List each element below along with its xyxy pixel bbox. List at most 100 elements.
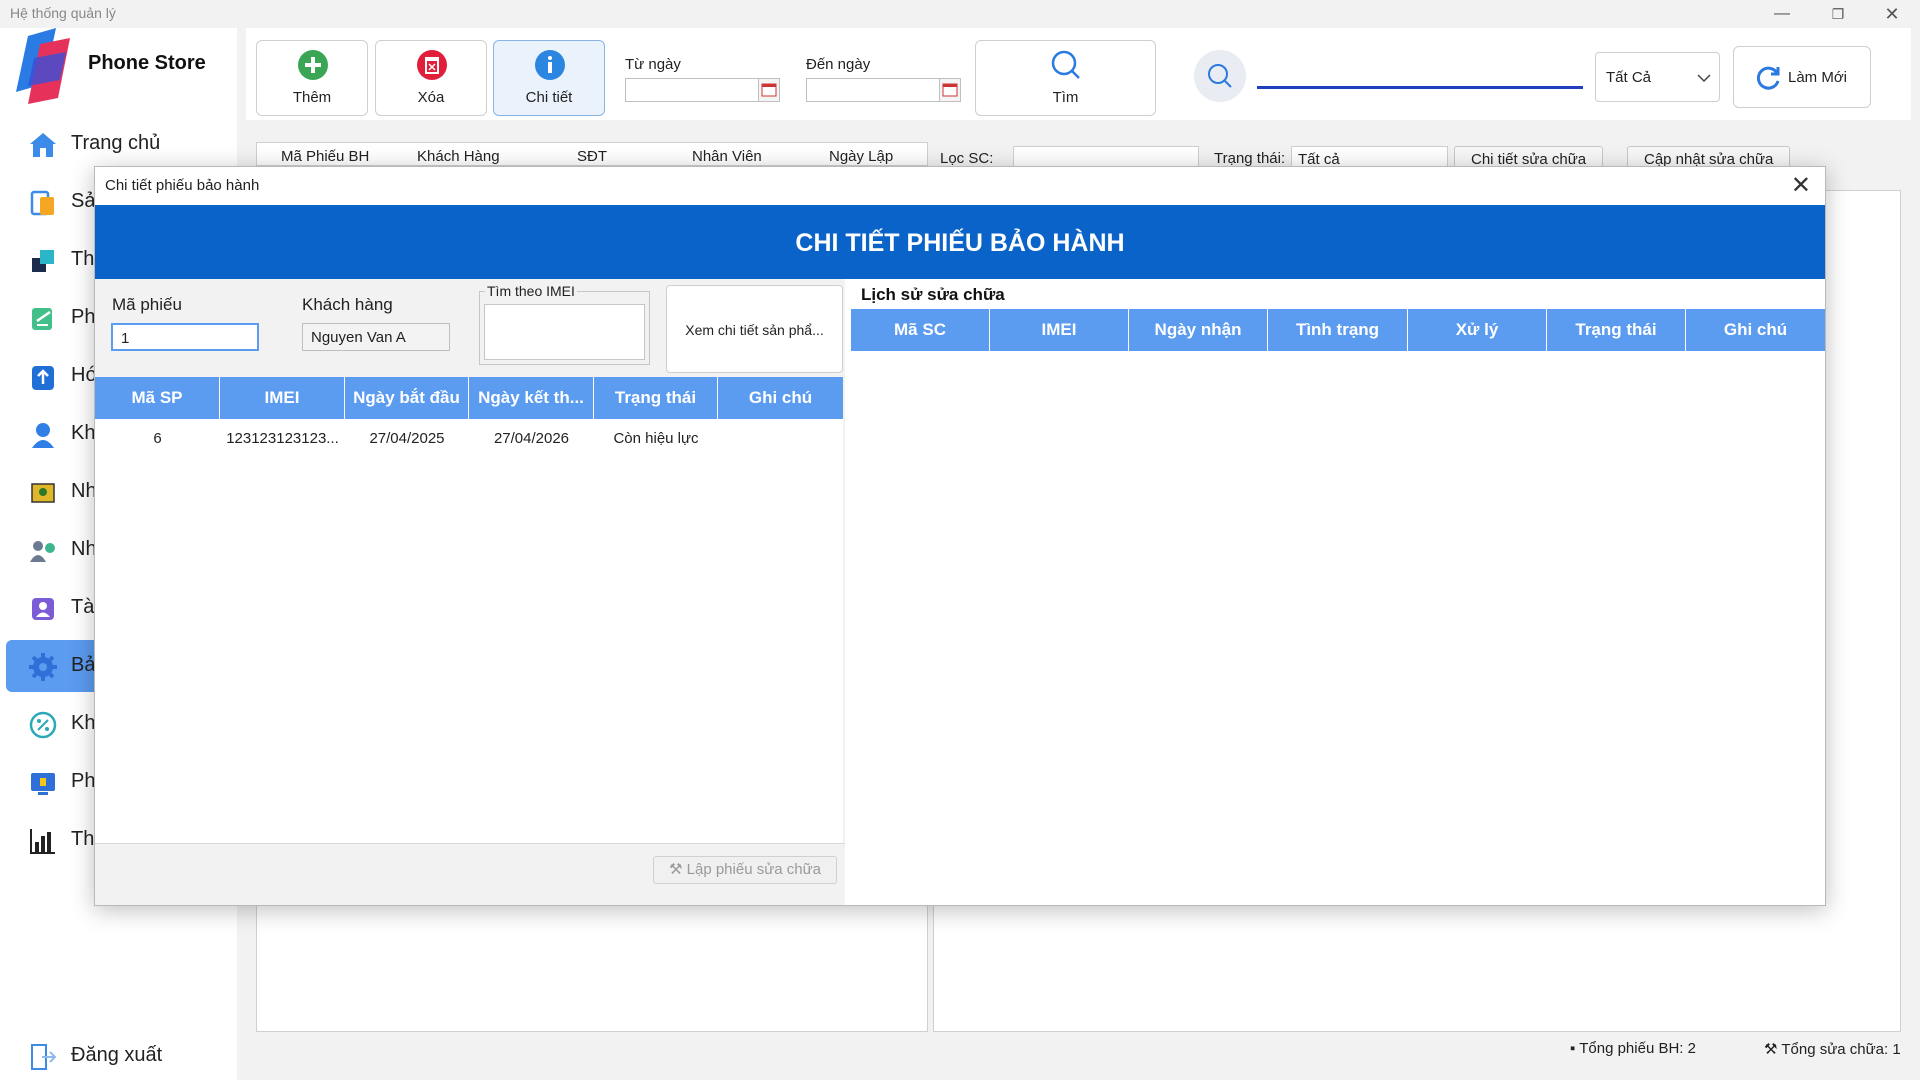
ticket-id-value: 1 (121, 330, 130, 347)
column-header[interactable]: Mã SC (851, 309, 990, 351)
refresh-button-label: Làm Mới (1788, 69, 1848, 86)
cell-start-date: 27/04/2025 (369, 430, 445, 447)
total-repair-text: Tổng sửa chữa: 1 (1781, 1041, 1901, 1058)
create-repair-button[interactable]: ⚒ Lập phiếu sửa chữa (653, 856, 837, 884)
to-date-label: Đến ngày (806, 56, 871, 73)
delete-button-label: Xóa (417, 89, 445, 106)
cell-note (718, 419, 843, 459)
gear-icon (29, 653, 57, 681)
sidebar-item-label: Trang chủ (71, 132, 161, 154)
brand-name: Phone Store (88, 52, 206, 74)
detail-button[interactable]: Chi tiết (493, 40, 605, 116)
sidebar-item-label: Th (71, 248, 95, 270)
column-header[interactable]: Ghi chú (718, 377, 843, 419)
add-button[interactable]: Thêm (256, 40, 368, 116)
column-header[interactable]: Ngày kết th... (469, 377, 594, 419)
to-date-input[interactable] (806, 78, 940, 102)
chart-icon (30, 829, 55, 854)
column-header[interactable]: Xử lý (1408, 309, 1547, 351)
imei-search-input[interactable] (484, 304, 645, 360)
column-header: Mã Phiếu BH (281, 148, 370, 165)
logout-button[interactable]: Đăng xuất (6, 1030, 237, 1080)
sidebar-item-label: Hó (71, 364, 97, 386)
find-button-label: Tìm (1052, 89, 1079, 106)
column-header[interactable]: Trạng thái (594, 377, 718, 419)
imei-search-label: Tìm theo IMEI (485, 283, 577, 299)
customer-icon (32, 423, 54, 448)
column-header[interactable]: Tình trạng (1268, 309, 1408, 351)
repair-history-pane: Lịch sử sửa chữa Mã SC IMEI Ngày nhận Tì… (851, 279, 1825, 905)
search-input[interactable] (1257, 86, 1583, 89)
dialog-close-button[interactable]: ✕ (1791, 171, 1811, 200)
calendar-icon (942, 83, 958, 97)
status-filter-value: Tất Cả (1606, 69, 1652, 86)
sidebar-item-label: Kh (71, 712, 96, 734)
column-header: Khách Hàng (417, 148, 500, 165)
sidebar-item-label: Kh (71, 422, 96, 444)
sidebar-item-label: Tà (71, 596, 95, 618)
invoice-icon (32, 366, 54, 390)
search-icon-button[interactable] (1194, 50, 1246, 102)
dialog-heading: CHI TIẾT PHIẾU BẢO HÀNH (795, 229, 1125, 257)
total-warranty-count: ▪ Tổng phiếu BH: 2 (1570, 1040, 1696, 1057)
cell-product-id: 6 (153, 430, 162, 447)
create-repair-label: Lập phiếu sửa chữa (686, 861, 821, 878)
column-header[interactable]: Ngày nhận (1129, 309, 1268, 351)
product-table-body: 6 123123123123... 27/04/2025 27/04/2026 … (95, 419, 843, 843)
ticket-id-field[interactable]: 1 (111, 323, 259, 351)
account-icon (32, 598, 54, 620)
calendar-icon (761, 83, 777, 97)
sidebar-item-label: Ph (71, 306, 96, 328)
restore-button[interactable]: ❐ (1818, 2, 1858, 26)
logout-label: Đăng xuất (71, 1044, 163, 1066)
supplier-icon (31, 483, 55, 503)
from-date-picker-button[interactable] (758, 78, 780, 102)
column-header[interactable]: Trạng thái (1547, 309, 1686, 351)
warranty-info-pane: Mã phiếu 1 Khách hàng Nguyen Van A Tìm t… (95, 279, 845, 905)
repair-history-header: Mã SC IMEI Ngày nhận Tình trạng Xử lý Tr… (851, 309, 1825, 351)
status-filter-select[interactable]: Tất Cả (1595, 52, 1720, 102)
cell-status: Còn hiệu lực (613, 430, 699, 447)
column-header[interactable]: IMEI (990, 309, 1129, 351)
to-date-picker-button[interactable] (939, 78, 961, 102)
product-icon (30, 190, 54, 216)
column-header[interactable]: Ngày bắt đầu (345, 377, 469, 419)
refresh-button[interactable]: Làm Mới (1733, 46, 1871, 108)
document-icon: ▪ (1570, 1040, 1576, 1057)
logout-icon (31, 1044, 57, 1070)
ticket-id-label: Mã phiếu (112, 295, 182, 314)
imei-search-group: Tìm theo IMEI (479, 283, 650, 365)
find-button[interactable]: Tìm (975, 40, 1156, 116)
table-row[interactable]: 6 123123123123... 27/04/2025 27/04/2026 … (95, 419, 843, 459)
customer-value: Nguyen Van A (311, 329, 406, 346)
plus-icon (298, 50, 328, 80)
repair-history-title: Lịch sử sửa chữa (861, 285, 1005, 304)
home-icon (30, 133, 56, 157)
detail-button-label: Chi tiết (525, 89, 573, 106)
sidebar-item-home[interactable]: Trang chủ (6, 118, 237, 170)
sidebar-item-label: Nh (71, 538, 97, 560)
repair-filter-label: Lọc SC: (940, 150, 994, 167)
tools-icon: ⚒ (669, 861, 683, 878)
customer-label: Khách hàng (302, 295, 393, 314)
column-header[interactable]: Ghi chú (1686, 309, 1825, 351)
view-product-detail-button[interactable]: Xem chi tiết sản phẩ... (666, 285, 843, 373)
customer-field[interactable]: Nguyen Van A (302, 323, 450, 351)
cell-end-date: 27/04/2026 (493, 430, 570, 447)
column-header[interactable]: Mã SP (95, 377, 220, 419)
sidebar-item-label: Bả (71, 654, 96, 676)
pane-splitter[interactable]: ⋮ (846, 579, 858, 597)
repair-status-label: Trạng thái: (1214, 150, 1286, 167)
info-icon (535, 50, 565, 80)
delete-button[interactable]: Xóa (375, 40, 487, 116)
window-title: Hệ thống quản lý (10, 5, 116, 21)
column-header[interactable]: IMEI (220, 377, 345, 419)
chevron-down-icon (1697, 74, 1711, 83)
search-icon (1208, 64, 1232, 88)
close-window-button[interactable]: ✕ (1872, 2, 1912, 26)
column-header: Ngày Lập (829, 148, 894, 165)
sidebar-item-label: Th (71, 828, 95, 850)
from-date-input[interactable] (625, 78, 759, 102)
warranty-detail-dialog: Chi tiết phiếu bảo hành ✕ CHI TIẾT PHIẾU… (94, 166, 1826, 906)
minimize-button[interactable]: — (1762, 2, 1802, 26)
